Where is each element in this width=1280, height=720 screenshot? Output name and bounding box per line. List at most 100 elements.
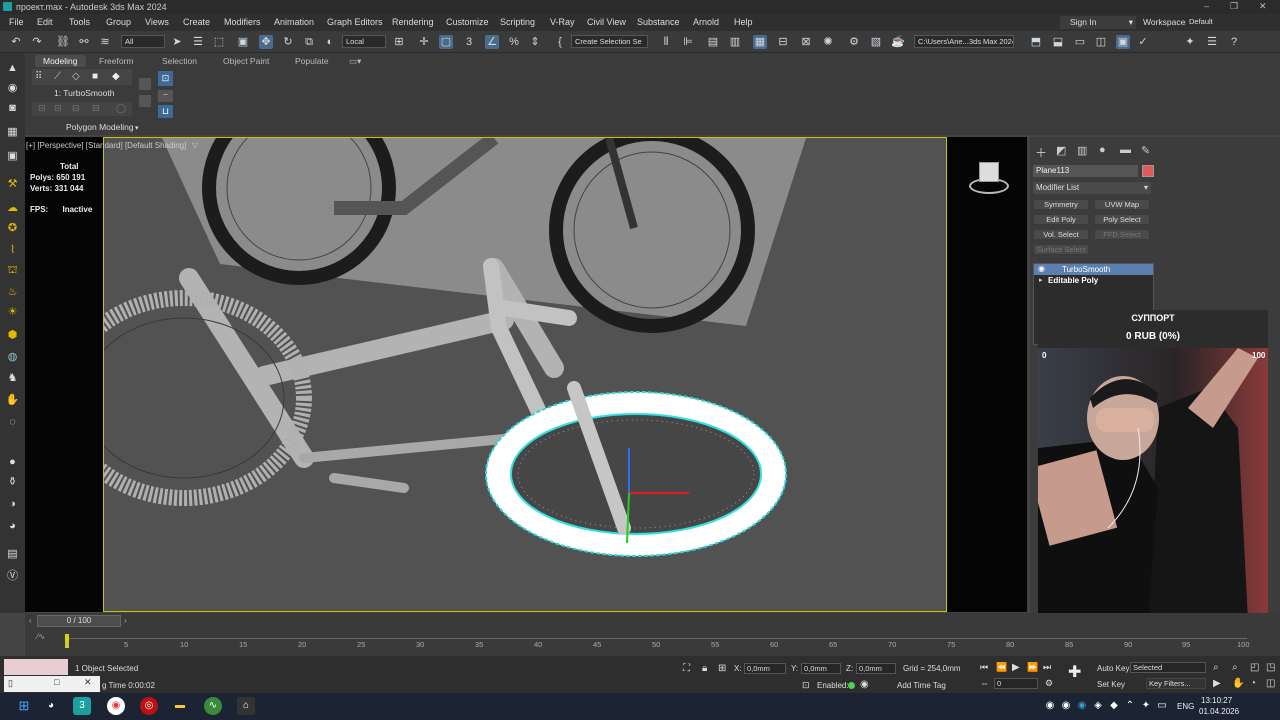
modifier-list-dropdown[interactable]: Modifier List ▾ [1033, 182, 1151, 194]
named-selection-dropdown[interactable]: Create Selection Se [571, 35, 648, 48]
safe-frame-icon[interactable]: ▣ [1116, 35, 1130, 49]
sign-in-dropdown[interactable]: Sign In ▾ [1060, 16, 1136, 29]
help-icon[interactable]: ? [1227, 35, 1241, 49]
menu-views[interactable]: Views [145, 17, 169, 27]
plugin-icon[interactable]: ✦ [1183, 35, 1197, 49]
close-icon[interactable]: ✕ [84, 677, 92, 688]
edit-named-selections-icon[interactable]: { [553, 35, 567, 49]
menu-substance[interactable]: Substance [637, 17, 680, 27]
project-path-dropdown[interactable]: C:\Users\Ane...3ds Max 2024 [914, 35, 1014, 48]
menu-modifiers[interactable]: Modifiers [224, 17, 261, 27]
place-icon[interactable]: ◐ [323, 35, 337, 49]
select-by-name-icon[interactable]: ☰ [191, 35, 205, 49]
tray-icon[interactable]: ◈ [1091, 697, 1105, 715]
isolate-icon[interactable]: ⛶ [683, 663, 690, 674]
pan-icon[interactable]: ✋ [1232, 678, 1244, 689]
tab-selection[interactable]: Selection [154, 55, 205, 67]
element-icon[interactable]: ◆ [112, 71, 120, 82]
frame-display[interactable]: 0 / 100 [37, 615, 121, 627]
mirror-icon[interactable]: ⫴ [659, 35, 673, 49]
stack-nav-icon[interactable] [139, 78, 151, 90]
menu-edit[interactable]: Edit [37, 17, 53, 27]
tab-populate[interactable]: Populate [287, 55, 337, 67]
perspective-viewport[interactable] [103, 137, 947, 612]
show-end-result-icon[interactable]: ⊡ [158, 71, 173, 86]
app-icon[interactable]: ∿ [204, 697, 222, 715]
clock-time[interactable]: 13:10:27 [1201, 696, 1232, 705]
auto-key-button[interactable]: Auto Key [1097, 664, 1129, 673]
schematic-view-icon[interactable]: ⊠ [799, 35, 813, 49]
vol-select-button[interactable]: Vol. Select [1033, 229, 1089, 240]
align-icon[interactable]: ⊫ [681, 35, 695, 49]
menu-graph-editors[interactable]: Graph Editors [327, 17, 383, 27]
current-frame-field[interactable]: 0 [994, 678, 1038, 689]
tray-icon[interactable]: ⌃ [1123, 697, 1137, 715]
menu-file[interactable]: File [9, 17, 24, 27]
layers-icon[interactable]: ▤ [5, 547, 20, 562]
menu-help[interactable]: Help [734, 17, 753, 27]
prev-key-icon[interactable]: ⏪ [996, 662, 1007, 673]
lasso-icon[interactable]: ◌ [5, 415, 20, 430]
create-tab-icon[interactable]: ＋ [1035, 144, 1047, 161]
set-key-button[interactable]: Set Key [1097, 680, 1125, 689]
clock-date[interactable]: 01.04.2026 [1199, 707, 1239, 716]
lock-icon[interactable]: 🔒︎ [702, 663, 707, 674]
file-explorer-icon[interactable]: ▬ [171, 697, 189, 715]
menu-arnold[interactable]: Arnold [693, 17, 719, 27]
menu-rendering[interactable]: Rendering [392, 17, 434, 27]
palette-icon[interactable]: ◕ [5, 519, 20, 534]
filter-icon[interactable]: ▽ [192, 141, 198, 150]
edit-poly-button[interactable]: Edit Poly [1033, 214, 1089, 225]
modify-tab-icon[interactable]: ◩ [1056, 144, 1066, 157]
selection-filter-dropdown[interactable]: All [121, 35, 165, 48]
workspaces-dropdown[interactable]: Default [1186, 16, 1278, 29]
menu-tools[interactable]: Tools [69, 17, 90, 27]
menu-scripting[interactable]: Scripting [500, 17, 535, 27]
object-paint-icon[interactable]: ▲ [5, 61, 20, 76]
layer-explorer-icon[interactable]: ▥ [728, 35, 742, 49]
polygon-icon[interactable]: ■ [92, 71, 98, 82]
3dsmax-taskbar-icon[interactable]: 3 [73, 697, 91, 715]
poly-select-button[interactable]: Poly Select [1094, 214, 1150, 225]
tool-icon[interactable]: ⊟ [72, 103, 80, 114]
track-bar[interactable]: ⁄∿ 0 5 10 15 20 25 30 35 40 45 50 55 60 … [25, 629, 1280, 656]
minimize-button[interactable]: – [1204, 1, 1209, 11]
vertex-icon[interactable]: ⠿ [35, 71, 42, 82]
ffd-select-button[interactable]: FFD Select [1094, 229, 1150, 240]
rendered-frame-window-icon[interactable]: ▧ [869, 35, 883, 49]
snaps-toggle-icon[interactable]: 3 [462, 35, 476, 49]
chrome-icon[interactable]: ◉ [107, 697, 125, 715]
capture-icon[interactable]: ◙ [5, 101, 20, 116]
check-icon[interactable]: ✓ [1136, 35, 1150, 49]
polygon-modeling-panel-label[interactable]: Polygon Modeling [66, 122, 134, 132]
lamp-icon[interactable]: ♨ [5, 285, 20, 300]
go-to-start-icon[interactable]: ⏮ [980, 662, 988, 673]
key-filters-button[interactable]: Key Filters... [1146, 678, 1206, 689]
tray-icon[interactable]: ✦ [1139, 697, 1153, 715]
time-config-icon[interactable]: ⚙ [1045, 678, 1053, 689]
tool-icon[interactable]: ◯ [116, 103, 126, 114]
eye-icon[interactable]: ◉ [1038, 264, 1045, 273]
tray-icon[interactable]: ▭ [1155, 697, 1169, 715]
percent-snap-icon[interactable]: % [507, 35, 521, 49]
next-key-icon[interactable]: ⏩ [1027, 662, 1038, 673]
expand-icon[interactable]: ▸ [1039, 276, 1043, 284]
stack-item-editable-poly[interactable]: ▸ Editable Poly [1034, 275, 1153, 286]
render-production-icon[interactable]: ☕ [891, 35, 905, 49]
bind-space-warp-icon[interactable]: ≋ [98, 35, 112, 49]
move-icon[interactable]: ✥ [259, 35, 273, 49]
play-icon[interactable]: ▶ [1012, 662, 1020, 673]
tab-freeform[interactable]: Freeform [91, 55, 141, 67]
edge-icon[interactable]: ⟋ [54, 71, 61, 82]
language-indicator[interactable]: ENG [1177, 702, 1194, 711]
tray-icon[interactable]: ◉ [1075, 697, 1089, 715]
curve-editor-icon[interactable]: ⊟ [776, 35, 790, 49]
tool-icon[interactable]: ⊟ [92, 103, 100, 114]
set-key-icon[interactable]: ✚ [1068, 662, 1081, 682]
widget-icon[interactable]: ◕ [42, 697, 60, 715]
add-time-tag[interactable]: Add Time Tag [897, 681, 946, 690]
3dsmax-running-icon[interactable]: ⌂ [237, 697, 255, 715]
symmetry-button[interactable]: Symmetry [1033, 199, 1089, 210]
hand-icon[interactable]: ✋ [5, 393, 20, 408]
maxscript-icon[interactable]: ◫ [1094, 35, 1108, 49]
